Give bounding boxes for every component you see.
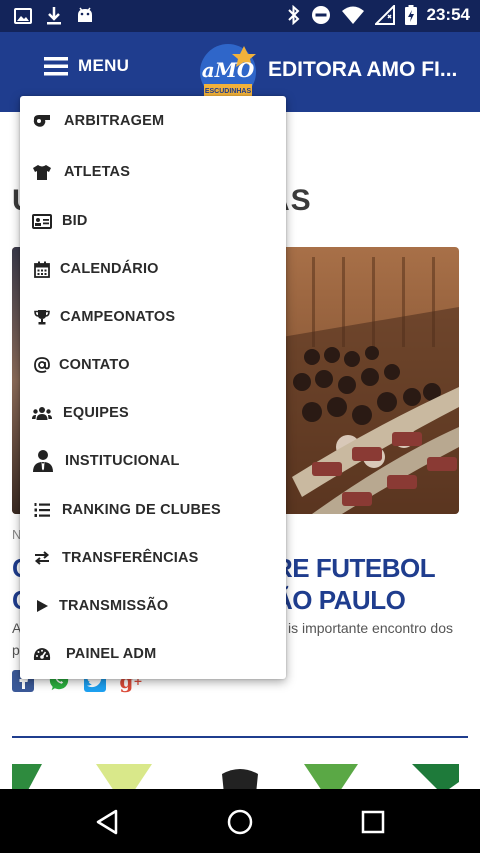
android-icon bbox=[78, 7, 92, 22]
android-navigation-bar bbox=[0, 789, 480, 853]
trophy-icon bbox=[32, 307, 52, 327]
menu-button[interactable]: MENU bbox=[44, 56, 129, 76]
id-card-icon bbox=[32, 211, 52, 231]
news-title-line1-end: RE FUTEBOL bbox=[274, 553, 436, 583]
exchange-icon bbox=[32, 548, 52, 568]
menu-item-label: TRANSFERÊNCIAS bbox=[62, 550, 199, 566]
menu-item-label: INSTITUCIONAL bbox=[65, 453, 180, 469]
tshirt-icon bbox=[32, 162, 52, 182]
play-icon bbox=[32, 596, 52, 616]
status-time: 23:54 bbox=[426, 5, 470, 24]
menu-item-label: RANKING DE CLUBES bbox=[62, 502, 221, 518]
logo-subtext: ESCUDINHAS bbox=[205, 88, 252, 95]
calendar-icon bbox=[32, 259, 52, 279]
news-excerpt-line1-end: is importante encontro dos bbox=[288, 620, 453, 636]
dashboard-icon bbox=[32, 644, 52, 664]
menu-item-bid[interactable]: BID bbox=[20, 199, 286, 243]
menu-item-campeonatos[interactable]: CAMPEONATOS bbox=[20, 295, 286, 339]
user-tie-icon bbox=[32, 449, 54, 473]
back-icon[interactable] bbox=[90, 805, 124, 839]
menu-item-label: BID bbox=[62, 213, 88, 229]
site-title: EDITORA AMO FI... bbox=[268, 58, 458, 81]
recents-icon[interactable] bbox=[356, 805, 390, 839]
menu-item-label: TRANSMISSÃO bbox=[59, 598, 169, 614]
menu-item-contato[interactable]: CONTATO bbox=[20, 343, 286, 387]
do-not-disturb-icon bbox=[311, 6, 330, 24]
menu-item-label: ATLETAS bbox=[64, 164, 131, 180]
menu-item-label: CALENDÁRIO bbox=[60, 261, 159, 277]
bluetooth-icon bbox=[287, 5, 299, 25]
notification-icons bbox=[14, 6, 94, 26]
home-icon[interactable] bbox=[223, 805, 257, 839]
users-icon bbox=[32, 403, 52, 423]
news-title-line2-end: ÃO PAULO bbox=[274, 585, 406, 615]
menu-item-equipes[interactable]: EQUIPES bbox=[20, 391, 286, 435]
menu-item-label: EQUIPES bbox=[63, 405, 129, 421]
next-news-image-strip[interactable] bbox=[12, 764, 459, 789]
menu-item-atletas[interactable]: ATLETAS bbox=[20, 150, 286, 194]
menu-item-label: CONTATO bbox=[59, 357, 130, 373]
download-icon bbox=[47, 7, 61, 25]
list-ol-icon bbox=[32, 500, 52, 520]
menu-item-label: ARBITRAGEM bbox=[64, 113, 165, 129]
menu-item-painel-adm[interactable]: PAINEL ADM bbox=[20, 632, 286, 676]
status-bar: 23:54 bbox=[0, 0, 480, 32]
site-logo[interactable]: aMO ESCUDINHAS bbox=[198, 42, 260, 102]
menu-item-transferencias[interactable]: TRANSFERÊNCIAS bbox=[20, 536, 286, 580]
menu-item-institucional[interactable]: INSTITUCIONAL bbox=[20, 439, 286, 483]
whistle-icon bbox=[32, 111, 52, 131]
at-icon bbox=[32, 355, 52, 375]
menu-item-arbitragem[interactable]: ARBITRAGEM bbox=[20, 99, 286, 143]
menu-item-calendario[interactable]: CALENDÁRIO bbox=[20, 247, 286, 291]
hamburger-icon bbox=[44, 57, 68, 76]
menu-item-ranking-de-clubes[interactable]: RANKING DE CLUBES bbox=[20, 488, 286, 532]
menu-item-label: CAMPEONATOS bbox=[60, 309, 176, 325]
system-icons: 23:54 bbox=[287, 5, 470, 25]
battery-charging-icon bbox=[404, 5, 417, 25]
image-icon bbox=[14, 8, 32, 24]
section-divider bbox=[12, 736, 468, 738]
news-excerpt-line2-start: p bbox=[12, 642, 20, 658]
no-signal-icon bbox=[374, 5, 395, 25]
menu-item-label: PAINEL ADM bbox=[66, 646, 157, 662]
menu-item-transmissao[interactable]: TRANSMISSÃO bbox=[20, 584, 286, 628]
main-menu-dropdown: ARBITRAGEM ATLETAS BID CALENDÁRIO CAMPEO… bbox=[20, 96, 286, 679]
menu-button-label: MENU bbox=[78, 56, 130, 75]
wifi-icon bbox=[341, 6, 364, 24]
logo-text: aMO bbox=[202, 58, 255, 82]
